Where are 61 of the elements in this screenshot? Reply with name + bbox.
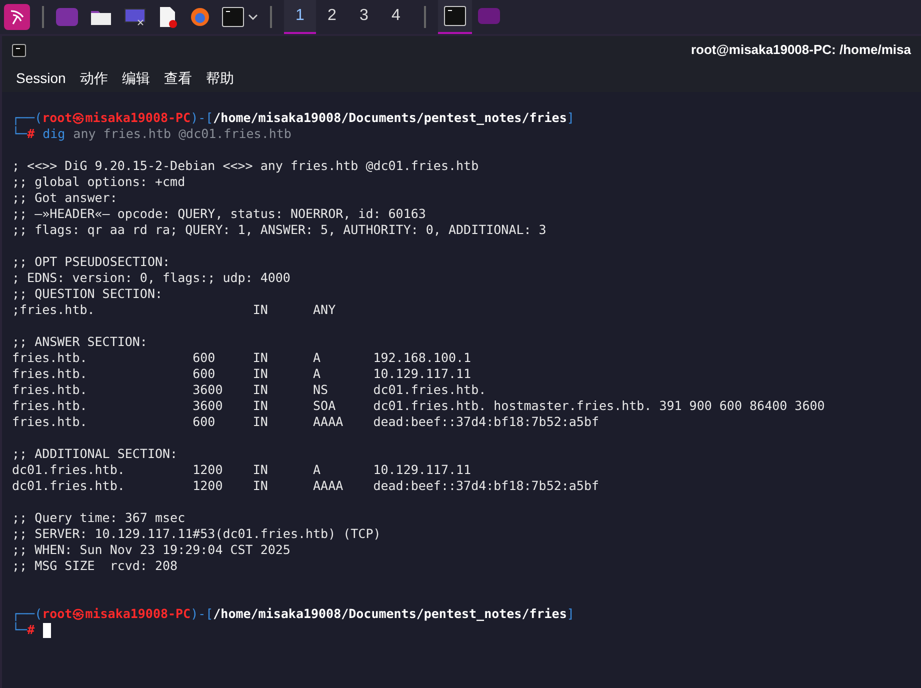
output-line: ;; SERVER: 10.129.117.11#53(dc01.fries.htb) (TCP) (12, 526, 382, 542)
output-line: ;; QUESTION SECTION: (12, 286, 164, 302)
prompt-path: /home/misaka19008/Documents/pentest_notes/fries (213, 606, 567, 622)
browser-icon[interactable] (190, 7, 210, 27)
output-line: ;; Got answer: (12, 190, 118, 206)
output-line: ; <<>> DiG 9.20.15-2-Debian <<>> any fries.htb @dc01.fries.htb (12, 158, 480, 174)
prompt-host: misaka19008-PC (85, 606, 191, 622)
prompt-host: misaka19008-PC (85, 110, 191, 126)
window-title: root@misaka19008-PC: /home/misa (690, 41, 911, 60)
prompt-frame: ┌──( (12, 606, 42, 622)
output-line: ;; —»HEADER«— opcode: QUERY, status: NOERROR, id: 60163 (12, 206, 427, 222)
workspace-tab[interactable]: 4 (380, 0, 412, 34)
output-line: fries.htb. 3600 IN NS dc01.fries.htb. (12, 382, 488, 398)
output-line: ;; ADDITIONAL SECTION: (12, 446, 179, 462)
prompt-corner: └─ (12, 126, 28, 142)
workspace-tab[interactable]: 2 (316, 0, 348, 34)
command-name: dig (42, 126, 66, 142)
prompt-separator: ㉿ (72, 110, 86, 126)
prompt-frame: ┌──( (12, 110, 42, 126)
prompt-separator: ㉿ (72, 606, 86, 622)
workspace-tab[interactable]: 1 (284, 0, 316, 34)
prompt-symbol: # (27, 622, 35, 638)
output-line: dc01.fries.htb. 1200 IN A 10.129.117.11 (12, 462, 472, 478)
prompt-frame: )-[ (190, 606, 214, 622)
prompt-user: root (42, 606, 72, 622)
output-line: fries.htb. 600 IN A 192.168.100.1 (12, 350, 472, 366)
prompt-frame: ] (566, 606, 574, 622)
output-line: fries.htb. 600 IN A 10.129.117.11 (12, 366, 472, 382)
terminal-icon[interactable] (444, 6, 466, 26)
chevron-down-icon[interactable] (248, 13, 258, 21)
text-cursor (42, 622, 51, 638)
menu-item[interactable]: 帮助 (206, 68, 234, 88)
task-button[interactable] (438, 0, 472, 34)
terminal-icon (12, 44, 26, 56)
output-line: ;; OPT PSEUDOSECTION: (12, 254, 172, 270)
output-line: ;; global options: +cmd (12, 174, 186, 190)
menu-item[interactable]: 编辑 (122, 68, 150, 88)
document-icon[interactable] (158, 6, 178, 28)
output-line: fries.htb. 600 IN AAAA dead:beef::37d4:bf18:7b52:a5bf (12, 414, 600, 430)
menu-item[interactable]: 动作 (80, 68, 108, 88)
prompt-user: root (42, 110, 72, 126)
menu-item[interactable]: Session (16, 68, 66, 88)
output-line: ;; ANSWER SECTION: (12, 334, 148, 350)
output-line: ;; MSG SIZE rcvd: 208 (12, 558, 179, 574)
output-line: ; EDNS: version: 0, flags:; udp: 4000 (12, 270, 292, 286)
output-line: fries.htb. 3600 IN SOA dc01.fries.htb. hostmaster.fries.htb. 391 900 600 86400 3600 (12, 398, 826, 414)
output-line: ;; flags: qr aa rd ra; QUERY: 1, ANSWER: 5, AUTHORITY: 0, ADDITIONAL: 3 (12, 222, 548, 238)
terminal-icon[interactable] (222, 7, 244, 27)
monitor-icon[interactable] (124, 8, 146, 26)
output-line: ;; Query time: 367 msec (12, 510, 186, 526)
output-line: dc01.fries.htb. 1200 IN AAAA dead:beef::37d4:bf18:7b52:a5bf (12, 478, 600, 494)
command-arguments: any fries.htb @dc01.fries.htb (73, 126, 292, 142)
prompt-symbol: # (27, 126, 35, 142)
output-line: ;; WHEN: Sun Nov 23 19:29:04 CST 2025 (12, 542, 292, 558)
menu-item[interactable]: 查看 (164, 68, 192, 88)
prompt-corner: └─ (12, 622, 28, 638)
output-line: ;fries.htb. IN ANY (12, 302, 337, 318)
workspace-tab[interactable]: 3 (348, 0, 380, 34)
prompt-frame: ] (566, 110, 574, 126)
prompt-path: /home/misaka19008/Documents/pentest_notes/fries (213, 110, 567, 126)
prompt-frame: )-[ (190, 110, 214, 126)
